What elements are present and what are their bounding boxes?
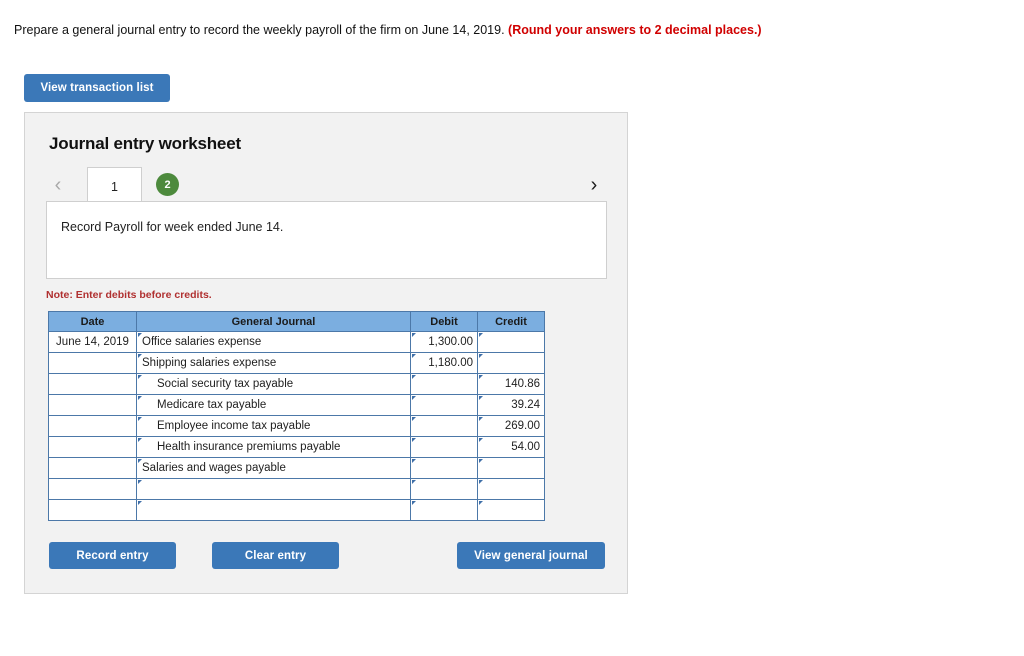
cell-account-text: Health insurance premiums payable — [157, 441, 341, 453]
cell-account[interactable] — [136, 478, 411, 500]
cell-debit[interactable] — [410, 415, 478, 437]
cell-credit-value: 140.86 — [504, 378, 540, 390]
cell-date[interactable] — [48, 457, 137, 479]
cell-credit[interactable]: 140.86 — [477, 373, 545, 395]
cell-credit[interactable] — [477, 499, 545, 521]
cell-account-text: Shipping salaries expense — [142, 357, 277, 369]
cell-debit[interactable] — [410, 478, 478, 500]
column-header-debit: Debit — [410, 311, 478, 332]
table-row: Employee income tax payable 269.00 — [48, 415, 545, 437]
table-row: Social security tax payable 140.86 — [48, 373, 545, 395]
cell-credit-value: 39.24 — [511, 399, 540, 411]
column-header-date: Date — [48, 311, 137, 332]
cell-debit[interactable] — [410, 394, 478, 416]
table-row — [48, 499, 545, 521]
cell-credit-value: 54.00 — [511, 441, 540, 453]
cell-date[interactable] — [48, 352, 137, 374]
clear-entry-button[interactable]: Clear entry — [212, 542, 339, 569]
cell-credit[interactable]: 39.24 — [477, 394, 545, 416]
cell-debit[interactable] — [410, 436, 478, 458]
cell-debit-value: 1,300.00 — [428, 336, 473, 348]
table-header-row: Date General Journal Debit Credit — [48, 311, 545, 332]
entry-instruction-text: Record Payroll for week ended June 14. — [61, 220, 284, 234]
cell-account[interactable]: Salaries and wages payable — [136, 457, 411, 479]
cell-account[interactable]: Health insurance premiums payable — [136, 436, 411, 458]
cell-account-text: Medicare tax payable — [157, 399, 267, 411]
cell-credit[interactable] — [477, 457, 545, 479]
panel-title: Journal entry worksheet — [49, 134, 241, 153]
next-entry-chevron-icon[interactable]: › — [583, 173, 605, 197]
cell-debit[interactable]: 1,300.00 — [410, 331, 478, 353]
cell-account-text: Employee income tax payable — [157, 420, 311, 432]
cell-credit[interactable] — [477, 478, 545, 500]
task-prompt: Prepare a general journal entry to recor… — [14, 22, 762, 38]
cell-date[interactable] — [48, 394, 137, 416]
journal-entry-worksheet-panel: Journal entry worksheet ‹ 1 2 › Record P… — [24, 112, 628, 594]
cell-credit-value: 269.00 — [504, 420, 540, 432]
cell-account[interactable]: Shipping salaries expense — [136, 352, 411, 374]
cell-date[interactable]: June 14, 2019 — [48, 331, 137, 353]
table-body: June 14, 2019 Office salaries expense 1,30… — [48, 331, 545, 521]
table-row: Shipping salaries expense 1,180.00 — [48, 352, 545, 374]
cell-debit-value: 1,180.00 — [428, 357, 473, 369]
cell-date[interactable] — [48, 478, 137, 500]
debits-before-credits-note: Note: Enter debits before credits. — [46, 289, 212, 301]
cell-account[interactable]: Office salaries expense — [136, 331, 411, 353]
cell-account[interactable] — [136, 499, 411, 521]
tab-entry-1[interactable]: 1 — [87, 167, 142, 205]
table-row — [48, 478, 545, 500]
rounding-note: (Round your answers to 2 decimal places.… — [508, 23, 762, 37]
view-transaction-list-button[interactable]: View transaction list — [24, 74, 170, 102]
cell-date[interactable] — [48, 415, 137, 437]
cell-account-text: Social security tax payable — [157, 378, 294, 390]
column-header-credit: Credit — [477, 311, 545, 332]
record-entry-button[interactable]: Record entry — [49, 542, 176, 569]
cell-debit[interactable]: 1,180.00 — [410, 352, 478, 374]
cell-account[interactable]: Medicare tax payable — [136, 394, 411, 416]
cell-debit[interactable] — [410, 499, 478, 521]
entry-instruction-box: Record Payroll for week ended June 14. — [46, 201, 607, 279]
cell-account-text: Office salaries expense — [142, 336, 262, 348]
previous-entry-chevron-icon[interactable]: ‹ — [47, 173, 69, 197]
table-row: Health insurance premiums payable 54.00 — [48, 436, 545, 458]
task-prompt-text: Prepare a general journal entry to recor… — [14, 23, 505, 37]
view-general-journal-button[interactable]: View general journal — [457, 542, 605, 569]
cell-date[interactable] — [48, 436, 137, 458]
table-row: Medicare tax payable 39.24 — [48, 394, 545, 416]
cell-debit[interactable] — [410, 457, 478, 479]
column-header-general-journal: General Journal — [136, 311, 411, 332]
cell-credit[interactable] — [477, 352, 545, 374]
general-journal-table: Date General Journal Debit Credit June 1… — [48, 311, 545, 521]
table-row: June 14, 2019 Office salaries expense 1,30… — [48, 331, 545, 353]
cell-account[interactable]: Social security tax payable — [136, 373, 411, 395]
cell-credit[interactable]: 269.00 — [477, 415, 545, 437]
cell-debit[interactable] — [410, 373, 478, 395]
cell-date[interactable] — [48, 373, 137, 395]
cell-date[interactable] — [48, 499, 137, 521]
tab-entry-2-badge[interactable]: 2 — [156, 173, 179, 196]
cell-account-text: Salaries and wages payable — [142, 462, 286, 474]
table-row: Salaries and wages payable — [48, 457, 545, 479]
cell-credit[interactable] — [477, 331, 545, 353]
cell-credit[interactable]: 54.00 — [477, 436, 545, 458]
worksheet-tabstrip: ‹ 1 2 › — [25, 165, 629, 205]
cell-account[interactable]: Employee income tax payable — [136, 415, 411, 437]
